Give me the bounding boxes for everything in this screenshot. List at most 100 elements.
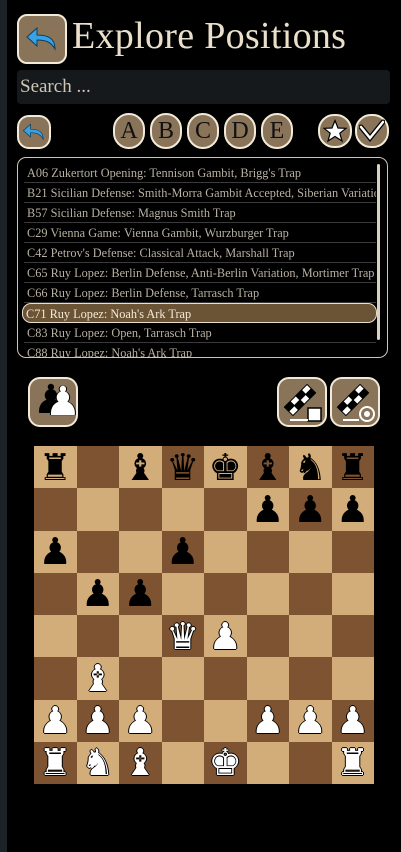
square-g1[interactable] bbox=[289, 741, 332, 784]
square-h3[interactable] bbox=[331, 657, 374, 700]
square-f3[interactable] bbox=[246, 657, 289, 700]
black-queen-icon[interactable]: ♛ bbox=[166, 449, 199, 486]
square-d6[interactable]: ♟ bbox=[161, 530, 204, 573]
favorites-button[interactable] bbox=[318, 114, 352, 148]
square-d4[interactable]: ♛ bbox=[161, 615, 204, 658]
white-pawn-icon[interactable]: ♟ bbox=[209, 618, 242, 655]
board-analyze-button[interactable] bbox=[330, 377, 380, 427]
square-c5[interactable]: ♟ bbox=[119, 572, 162, 615]
white-bishop-icon[interactable]: ♝ bbox=[81, 660, 114, 697]
square-a3[interactable] bbox=[34, 657, 77, 700]
black-rook-icon[interactable]: ♜ bbox=[336, 449, 369, 486]
square-a8[interactable]: ♜ bbox=[34, 446, 77, 489]
white-knight-icon[interactable]: ♞ bbox=[81, 744, 114, 781]
square-e2[interactable] bbox=[204, 699, 247, 742]
square-e8[interactable]: ♚ bbox=[204, 446, 247, 489]
list-item[interactable]: A06 Zukertort Opening: Tennison Gambit, … bbox=[24, 163, 376, 183]
list-item[interactable]: C42 Petrov's Defense: Classical Attack, … bbox=[24, 243, 376, 263]
square-c6[interactable] bbox=[119, 530, 162, 573]
select-button[interactable] bbox=[355, 114, 389, 148]
square-d5[interactable] bbox=[161, 572, 204, 615]
list-item[interactable]: C83 Ruy Lopez: Open, Tarrasch Trap bbox=[24, 323, 376, 343]
square-g7[interactable]: ♟ bbox=[289, 488, 332, 531]
square-d1[interactable] bbox=[161, 741, 204, 784]
square-b3[interactable]: ♝ bbox=[76, 657, 119, 700]
filter-b-button[interactable]: B bbox=[150, 113, 182, 149]
filter-c-button[interactable]: C bbox=[187, 113, 219, 149]
black-pawn-icon[interactable]: ♟ bbox=[81, 575, 114, 612]
white-rook-icon[interactable]: ♜ bbox=[39, 744, 72, 781]
square-c8[interactable]: ♝ bbox=[119, 446, 162, 489]
black-king-icon[interactable]: ♚ bbox=[209, 449, 242, 486]
black-pawn-icon[interactable]: ♟ bbox=[336, 491, 369, 528]
white-pawn-icon[interactable]: ♟ bbox=[251, 702, 284, 739]
square-c1[interactable]: ♝ bbox=[119, 741, 162, 784]
square-f1[interactable] bbox=[246, 741, 289, 784]
list-item-selected[interactable]: C71 Ruy Lopez: Noah's Ark Trap bbox=[22, 303, 377, 323]
square-a7[interactable] bbox=[34, 488, 77, 531]
list-item[interactable]: C65 Ruy Lopez: Berlin Defense, Anti-Berl… bbox=[24, 263, 376, 283]
openings-list[interactable]: A06 Zukertort Opening: Tennison Gambit, … bbox=[17, 157, 388, 358]
square-h4[interactable] bbox=[331, 615, 374, 658]
square-b1[interactable]: ♞ bbox=[76, 741, 119, 784]
chess-board[interactable]: ♜ ♝ ♛ ♚ ♝ ♞ ♜ ♟ ♟ ♟ ♟ ♟ ♟ ♟ ♛ ♟ ♝ ♟ ♟ ♟ ♟ ♟ ♟ ♜ ♞ ♝ ♚ ♜ bbox=[34, 446, 374, 784]
square-g2[interactable]: ♟ bbox=[289, 699, 332, 742]
list-item[interactable]: C88 Ruy Lopez: Noah's Ark Trap bbox=[24, 343, 376, 357]
black-pawn-icon[interactable]: ♟ bbox=[166, 533, 199, 570]
square-b5[interactable]: ♟ bbox=[76, 572, 119, 615]
reset-button[interactable] bbox=[17, 115, 51, 149]
black-pawn-icon[interactable]: ♟ bbox=[39, 533, 72, 570]
square-h8[interactable]: ♜ bbox=[331, 446, 374, 489]
black-pawn-icon[interactable]: ♟ bbox=[251, 491, 284, 528]
black-bishop-icon[interactable]: ♝ bbox=[124, 449, 157, 486]
white-pawn-icon[interactable]: ♟ bbox=[336, 702, 369, 739]
square-f2[interactable]: ♟ bbox=[246, 699, 289, 742]
black-pawn-icon[interactable]: ♟ bbox=[124, 575, 157, 612]
list-scrollbar[interactable] bbox=[377, 164, 380, 340]
filter-d-button[interactable]: D bbox=[224, 113, 256, 149]
square-e4[interactable]: ♟ bbox=[204, 615, 247, 658]
square-d8[interactable]: ♛ bbox=[161, 446, 204, 489]
square-c3[interactable] bbox=[119, 657, 162, 700]
square-h6[interactable] bbox=[331, 530, 374, 573]
square-e7[interactable] bbox=[204, 488, 247, 531]
square-e1[interactable]: ♚ bbox=[204, 741, 247, 784]
square-a1[interactable]: ♜ bbox=[34, 741, 77, 784]
white-queen-icon[interactable]: ♛ bbox=[166, 618, 199, 655]
square-b4[interactable] bbox=[76, 615, 119, 658]
square-g8[interactable]: ♞ bbox=[289, 446, 332, 489]
square-h5[interactable] bbox=[331, 572, 374, 615]
filter-a-button[interactable]: A bbox=[113, 113, 145, 149]
black-rook-icon[interactable]: ♜ bbox=[39, 449, 72, 486]
square-c7[interactable] bbox=[119, 488, 162, 531]
search-input[interactable] bbox=[17, 70, 383, 104]
square-g3[interactable] bbox=[289, 657, 332, 700]
filter-e-button[interactable]: E bbox=[261, 113, 293, 149]
board-export-button[interactable] bbox=[277, 377, 327, 427]
square-f5[interactable] bbox=[246, 572, 289, 615]
square-d3[interactable] bbox=[161, 657, 204, 700]
square-a5[interactable] bbox=[34, 572, 77, 615]
square-a6[interactable]: ♟ bbox=[34, 530, 77, 573]
square-g5[interactable] bbox=[289, 572, 332, 615]
white-pawn-icon[interactable]: ♟ bbox=[294, 702, 327, 739]
square-d2[interactable] bbox=[161, 699, 204, 742]
black-knight-icon[interactable]: ♞ bbox=[294, 449, 327, 486]
square-e3[interactable] bbox=[204, 657, 247, 700]
square-d7[interactable] bbox=[161, 488, 204, 531]
square-f8[interactable]: ♝ bbox=[246, 446, 289, 489]
square-a4[interactable] bbox=[34, 615, 77, 658]
square-h2[interactable]: ♟ bbox=[331, 699, 374, 742]
square-a2[interactable]: ♟ bbox=[34, 699, 77, 742]
square-b8[interactable] bbox=[76, 446, 119, 489]
square-g4[interactable] bbox=[289, 615, 332, 658]
square-b7[interactable] bbox=[76, 488, 119, 531]
square-f4[interactable] bbox=[246, 615, 289, 658]
square-e5[interactable] bbox=[204, 572, 247, 615]
square-c2[interactable]: ♟ bbox=[119, 699, 162, 742]
white-king-icon[interactable]: ♚ bbox=[209, 744, 242, 781]
black-bishop-icon[interactable]: ♝ bbox=[251, 449, 284, 486]
list-item[interactable]: B57 Sicilian Defense: Magnus Smith Trap bbox=[24, 203, 376, 223]
white-pawn-icon[interactable]: ♟ bbox=[124, 702, 157, 739]
white-pawn-icon[interactable]: ♟ bbox=[81, 702, 114, 739]
